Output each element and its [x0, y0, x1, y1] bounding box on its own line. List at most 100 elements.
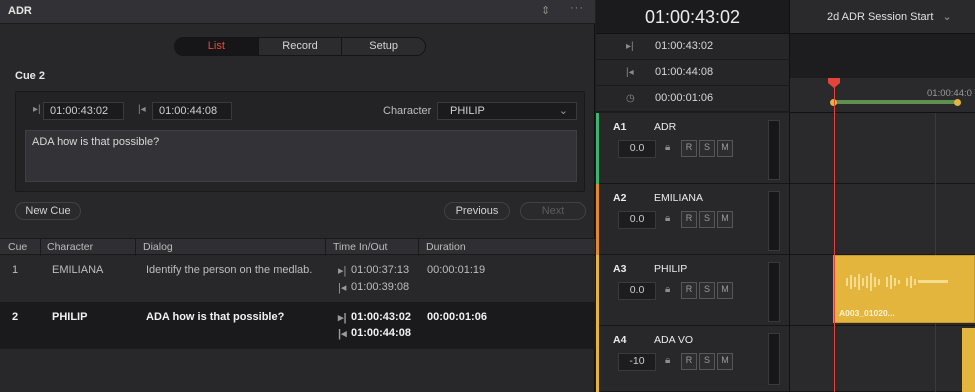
table-row[interactable]: 1 EMILIANA Identify the person on the me…	[0, 256, 595, 303]
track-header-a4[interactable]: A4 ADA VO -10 🔒︎ R S M	[596, 326, 790, 392]
in-point-timecode[interactable]: 01:00:43:02	[655, 40, 713, 52]
cue-time-out: 01:00:39:08	[351, 281, 410, 293]
record-arm-button[interactable]: R	[681, 353, 697, 370]
track-lane-a1[interactable]	[790, 113, 975, 184]
lock-icon[interactable]: 🔒︎	[665, 213, 670, 224]
adr-panel-header: ADR ⇕ ···	[0, 0, 595, 24]
cue-dialog: ADA how is that possible?	[146, 311, 285, 323]
in-point-icon: ▸|	[626, 41, 634, 52]
grid-line	[935, 113, 936, 392]
track-header-a1[interactable]: A1 ADR 0.0 🔒︎ R S M	[596, 113, 790, 184]
table-row-selected[interactable]: 2 PHILIP ADA how is that possible? ▸| 01…	[0, 302, 595, 349]
lock-icon[interactable]: 🔒︎	[665, 142, 670, 153]
audio-clip[interactable]	[962, 328, 975, 392]
in-point-icon: ▸|	[338, 265, 347, 277]
out-point-row: |◂ 01:00:44:08	[596, 60, 790, 86]
track-header-a2[interactable]: A2 EMILIANA 0.0 🔒︎ R S M	[596, 184, 790, 255]
cue-time-in: 01:00:43:02	[351, 311, 411, 323]
session-marker-label: 2d ADR Session Start	[827, 11, 934, 23]
in-point-icon: ▸|	[338, 312, 347, 324]
mute-button[interactable]: M	[717, 211, 733, 228]
out-point-icon: |◂	[626, 67, 634, 78]
mute-button[interactable]: M	[717, 282, 733, 299]
waveform	[846, 273, 948, 291]
collapse-icon[interactable]: ⇕	[541, 4, 550, 17]
clip-name: A003_01020...	[839, 308, 895, 318]
lock-icon[interactable]: 🔒︎	[665, 355, 670, 366]
solo-button[interactable]: S	[699, 211, 715, 228]
audio-meter	[768, 333, 780, 385]
out-point-timecode[interactable]: 01:00:44:08	[655, 66, 713, 78]
tab-record[interactable]: Record	[259, 38, 343, 55]
track-volume[interactable]: 0.0	[618, 211, 656, 229]
playhead-handle[interactable]	[828, 78, 840, 88]
timeline-toolbar-space	[790, 34, 975, 78]
cue-number: 1	[12, 264, 19, 276]
track-color-strip	[596, 184, 599, 255]
adr-mode-tabs: List Record Setup	[174, 37, 426, 56]
in-out-range-bar[interactable]	[834, 100, 958, 104]
cue-duration: 00:00:01:06	[427, 311, 487, 323]
character-label: Character	[383, 105, 432, 117]
track-color-strip	[596, 326, 599, 392]
track-name: ADR	[654, 121, 677, 133]
col-duration[interactable]: Duration	[426, 241, 466, 253]
dialog-textarea[interactable]: ADA how is that possible?	[25, 130, 577, 182]
track-index: A2	[613, 192, 627, 204]
track-color-strip	[596, 113, 599, 184]
record-arm-button[interactable]: R	[681, 140, 697, 157]
track-volume[interactable]: 0.0	[618, 140, 656, 158]
new-cue-button[interactable]: New Cue	[15, 202, 81, 220]
out-point-icon: |◂	[338, 282, 347, 294]
track-header-a3[interactable]: A3 PHILIP 0.0 🔒︎ R S M	[596, 255, 790, 326]
cue-time-out: 01:00:44:08	[351, 327, 411, 339]
character-value: PHILIP	[450, 105, 485, 117]
track-lane-a2[interactable]	[790, 184, 975, 255]
chevron-down-icon: ⌄	[942, 11, 952, 23]
track-name: PHILIP	[654, 263, 688, 275]
col-cue[interactable]: Cue	[8, 241, 27, 253]
duration-timecode[interactable]: 00:00:01:06	[655, 92, 713, 104]
out-point-icon: |◂	[138, 104, 146, 115]
track-color-strip	[596, 255, 599, 326]
cue-character: EMILIANA	[52, 264, 104, 276]
track-volume[interactable]: 0.0	[618, 282, 656, 300]
cue-character: PHILIP	[52, 311, 88, 323]
audio-meter	[768, 191, 780, 251]
track-index: A1	[613, 121, 627, 133]
tab-setup[interactable]: Setup	[342, 38, 425, 55]
ruler-timecode: 01:00:44:0	[927, 88, 972, 99]
next-button[interactable]: Next	[520, 202, 586, 220]
time-in-field[interactable]: 01:00:43:02	[43, 102, 124, 120]
record-arm-button[interactable]: R	[681, 211, 697, 228]
timeline-ruler[interactable]: 01:00:44:0	[790, 78, 975, 113]
time-out-field[interactable]: 01:00:44:08	[152, 102, 232, 120]
cue-title: Cue 2	[15, 70, 45, 82]
audio-clip[interactable]: A003_01020...	[833, 255, 975, 323]
character-select[interactable]: PHILIP ⌄	[437, 102, 577, 120]
track-name: ADA VO	[654, 334, 694, 346]
cue-duration: 00:00:01:19	[427, 264, 486, 276]
playhead[interactable]	[834, 78, 835, 392]
solo-button[interactable]: S	[699, 282, 715, 299]
mute-button[interactable]: M	[717, 353, 733, 370]
track-volume[interactable]: -10	[618, 353, 656, 371]
out-range-handle[interactable]	[954, 99, 961, 106]
track-lane-a4[interactable]	[790, 326, 975, 392]
previous-button[interactable]: Previous	[444, 202, 510, 220]
solo-button[interactable]: S	[699, 140, 715, 157]
mute-button[interactable]: M	[717, 140, 733, 157]
col-time-in-out[interactable]: Time In/Out	[333, 241, 387, 253]
more-options-icon[interactable]: ···	[570, 2, 584, 14]
track-index: A4	[613, 334, 627, 346]
col-character[interactable]: Character	[47, 241, 93, 253]
in-point-icon: ▸|	[33, 104, 41, 115]
record-arm-button[interactable]: R	[681, 282, 697, 299]
col-dialog[interactable]: Dialog	[143, 241, 173, 253]
lock-icon[interactable]: 🔒︎	[665, 284, 670, 295]
tab-list[interactable]: List	[175, 38, 259, 55]
cue-dialog: Identify the person on the medlab.	[146, 264, 313, 276]
solo-button[interactable]: S	[699, 353, 715, 370]
session-marker-dropdown[interactable]: 2d ADR Session Start ⌄	[790, 0, 975, 34]
current-timecode[interactable]: 01:00:43:02	[596, 0, 790, 34]
